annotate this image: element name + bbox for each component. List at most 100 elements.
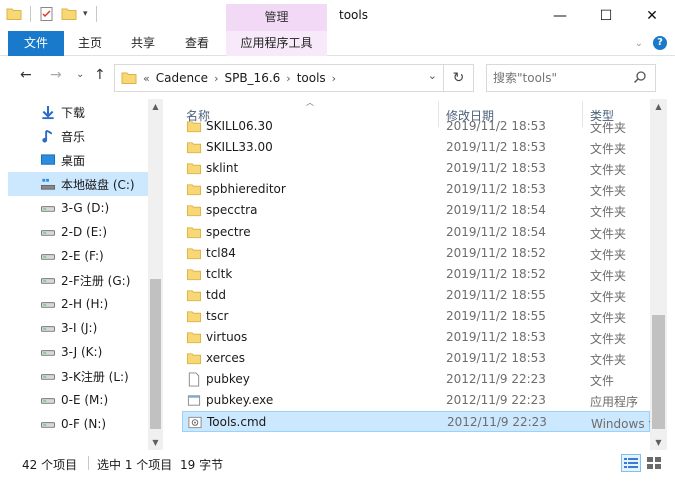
sidebar-item[interactable]: 2-F注册 (G:) [0, 268, 148, 292]
folder-icon [186, 182, 202, 197]
properties-icon[interactable] [39, 6, 55, 22]
back-button[interactable]: ← [20, 67, 32, 83]
sidebar-item-label: 3-G (D:) [61, 201, 110, 215]
file-name: SKILL33.00 [206, 140, 273, 155]
address-dropdown-button[interactable]: ⌄ [428, 69, 437, 82]
sidebar-item-label: 2-H (H:) [61, 297, 109, 311]
tab-file[interactable]: 文件 [8, 31, 64, 56]
window-controls: — ☐ ✕ [537, 0, 675, 31]
file-row[interactable]: SKILL33.00 2019/11/2 18:53 文件夹 [182, 137, 650, 158]
maximize-button[interactable]: ☐ [583, 0, 629, 31]
tab-share[interactable]: 共享 [118, 31, 168, 56]
address-bar[interactable]: « Cadence › SPB_16.6 › tools › ⌄ [114, 64, 444, 92]
drive-icon [40, 297, 56, 311]
recent-locations-button[interactable]: ⌄ [76, 69, 84, 80]
scroll-up-icon[interactable]: ▲ [148, 102, 163, 111]
scroll-down-icon[interactable]: ▼ [650, 438, 667, 447]
quick-access-toolbar: ▾ [6, 6, 99, 22]
sidebar-item[interactable]: 2-E (F:) [0, 244, 148, 268]
scroll-down-icon[interactable]: ▼ [148, 438, 163, 447]
large-icons-view-icon [647, 457, 661, 469]
file-type: 文件夹 [590, 205, 627, 220]
details-view-button[interactable] [621, 454, 641, 472]
file-row[interactable]: tscr 2019/11/2 18:55 文件夹 [182, 306, 650, 327]
file-name: xerces [206, 351, 246, 366]
sidebar-item[interactable]: 2-D (E:) [0, 220, 148, 244]
sidebar-item-label: 下载 [61, 105, 86, 120]
file-row[interactable]: tcltk 2019/11/2 18:52 文件夹 [182, 264, 650, 285]
folder-icon [186, 267, 202, 282]
sidebar-item[interactable]: 3-I (J:) [0, 316, 148, 340]
refresh-button[interactable]: ↻ [444, 64, 474, 92]
file-row[interactable]: Tools.cmd 2012/11/9 22:23 Windows 命令脚本 [182, 411, 650, 433]
sidebar-item[interactable]: 0-F (N:) [0, 412, 148, 436]
sidebar-item[interactable]: 0-E (M:) [0, 388, 148, 412]
large-icons-view-button[interactable] [644, 454, 664, 472]
sidebar-item[interactable]: 本地磁盘 (C:) [8, 172, 148, 196]
scrollbar-thumb[interactable] [652, 315, 665, 429]
sidebar-item[interactable]: 桌面 [0, 148, 148, 172]
breadcrumb-separator-icon[interactable]: › [286, 72, 290, 85]
details-view-icon [624, 458, 638, 468]
item-count: 42 个项目 [22, 458, 78, 472]
sidebar-item[interactable]: 2-H (H:) [0, 292, 148, 316]
file-icon [186, 372, 202, 387]
file-type: 文件夹 [590, 163, 627, 178]
cmd-icon [187, 415, 203, 430]
up-button[interactable]: ↑ [94, 67, 106, 83]
file-type: 应用程序 [590, 395, 639, 410]
search-icon[interactable] [633, 70, 647, 84]
sidebar-item[interactable]: 3-G (D:) [0, 196, 148, 220]
folder-icon [186, 140, 202, 155]
file-row[interactable]: spbhiereditor 2019/11/2 18:53 文件夹 [182, 179, 650, 200]
sidebar-item[interactable]: 3-K注册 (L:) [0, 364, 148, 388]
file-modified-date: 2019/11/2 18:53 [446, 161, 546, 176]
sidebar-item[interactable]: 下载 [0, 100, 148, 124]
new-folder-icon[interactable] [61, 6, 77, 22]
folder-icon [186, 351, 202, 366]
exe-icon [186, 393, 202, 408]
breadcrumb-item[interactable]: SPB_16.6 [224, 71, 280, 85]
tab-view[interactable]: 查看 [172, 31, 222, 56]
search-input[interactable] [493, 69, 628, 87]
file-type: 文件夹 [590, 247, 627, 262]
file-row[interactable]: tdd 2019/11/2 18:55 文件夹 [182, 285, 650, 306]
customize-qat-icon[interactable]: ▾ [83, 9, 88, 19]
forward-button[interactable]: → [50, 67, 62, 83]
ribbon-right-controls: ⌄ ? [635, 36, 667, 50]
file-row[interactable]: virtuos 2019/11/2 18:53 文件夹 [182, 327, 650, 348]
breadcrumb-separator-icon[interactable]: › [214, 72, 218, 85]
sidebar-item[interactable]: 音乐 [0, 124, 148, 148]
file-row[interactable]: sklint 2019/11/2 18:53 文件夹 [182, 158, 650, 179]
folder-icon [186, 288, 202, 303]
file-row[interactable]: pubkey.exe 2012/11/9 22:23 应用程序 [182, 390, 650, 411]
breadcrumb-separator-icon[interactable]: › [332, 72, 336, 85]
breadcrumb-overflow[interactable]: « [143, 72, 150, 85]
tab-home[interactable]: 主页 [66, 31, 114, 56]
scroll-up-icon[interactable]: ▲ [650, 102, 667, 111]
file-row[interactable]: xerces 2019/11/2 18:53 文件夹 [182, 348, 650, 369]
breadcrumb-item[interactable]: Cadence [156, 71, 208, 85]
close-button[interactable]: ✕ [629, 0, 675, 31]
file-modified-date: 2012/11/9 22:23 [446, 393, 546, 408]
breadcrumb-item[interactable]: tools [297, 71, 326, 85]
file-name: tcl84 [206, 245, 236, 260]
file-row[interactable]: tcl84 2019/11/2 18:52 文件夹 [182, 243, 650, 264]
sidebar-item[interactable]: 3-J (K:) [0, 340, 148, 364]
file-row[interactable]: SKILL06.30 2019/11/2 18:53 文件夹 [182, 116, 650, 137]
file-row[interactable]: spectre 2019/11/2 18:54 文件夹 [182, 222, 650, 243]
tab-application-tools[interactable]: 应用程序工具 [226, 31, 327, 56]
file-modified-date: 2019/11/2 18:55 [446, 308, 546, 323]
file-modified-date: 2019/11/2 18:54 [446, 203, 546, 218]
file-row[interactable]: specctra 2019/11/2 18:54 文件夹 [182, 200, 650, 221]
file-row[interactable]: pubkey 2012/11/9 22:23 文件 [182, 369, 650, 390]
chevron-down-icon[interactable]: ⌄ [635, 38, 643, 49]
navigation-pane-scrollbar[interactable]: ▲ ▼ [148, 99, 163, 450]
minimize-button[interactable]: — [537, 0, 583, 31]
search-box[interactable] [486, 64, 656, 92]
folder-icon[interactable] [6, 6, 22, 22]
sidebar-item-label: 0-F (N:) [61, 417, 107, 431]
help-icon[interactable]: ? [653, 36, 667, 50]
scrollbar-thumb[interactable] [150, 279, 161, 429]
file-list-scrollbar[interactable]: ▲ ▼ [650, 99, 667, 450]
